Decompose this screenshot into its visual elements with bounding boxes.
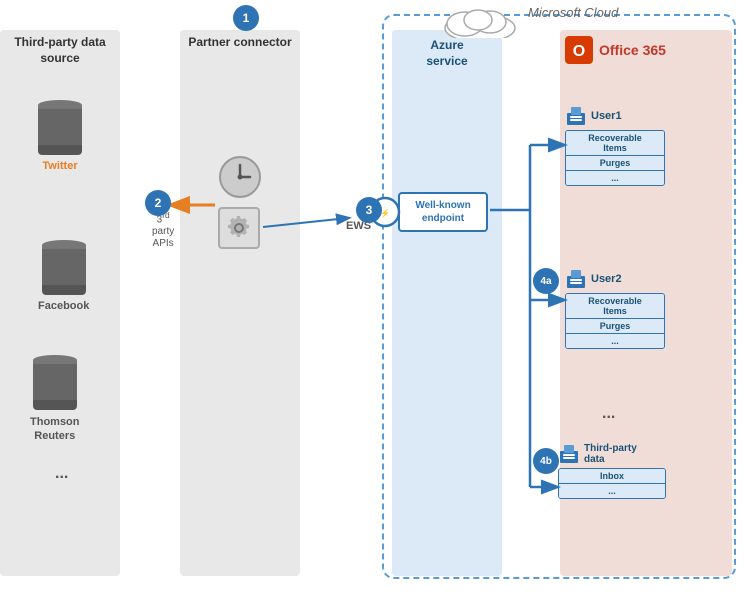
step-4b-circle: 4b xyxy=(533,448,559,474)
users-dots: ... xyxy=(602,405,615,423)
col-azure-bg xyxy=(392,30,502,576)
user2-mailbox-icon xyxy=(565,268,587,290)
header-third-party: Third-party data source xyxy=(0,35,120,66)
reuters-datasource: ThomsonReuters xyxy=(30,355,80,444)
user2-dots: ... xyxy=(566,334,664,348)
twitter-datasource: Twitter xyxy=(38,100,82,172)
more-sources-dots: ... xyxy=(55,465,68,483)
ms-cloud-label: Microsoft Cloud xyxy=(528,5,618,20)
cloud-icon xyxy=(440,0,520,38)
step-2-circle: 2 xyxy=(145,190,171,216)
clock-icon xyxy=(218,155,262,202)
user2-recoverable: RecoverableItems xyxy=(566,294,664,319)
thirdparty-data-label: Third-partydata xyxy=(584,443,637,465)
step-4a-circle: 4a xyxy=(533,268,559,294)
thirdparty-mailbox-icon xyxy=(558,443,580,465)
diagram: Third-party data source Partner connecto… xyxy=(0,0,746,606)
thirdparty-mailbox: Third-partydata Inbox ... xyxy=(558,443,666,499)
header-office365: O Office 365 xyxy=(565,36,666,64)
thirdparty-dots: ... xyxy=(559,484,665,498)
user1-purges: Purges xyxy=(566,156,664,171)
user1-label: User1 xyxy=(591,110,622,122)
user1-dots: ... xyxy=(566,171,664,185)
user1-recoverable: RecoverableItems xyxy=(566,131,664,156)
user2-purges: Purges xyxy=(566,319,664,334)
thirdparty-inbox: Inbox xyxy=(559,469,665,484)
facebook-label: Facebook xyxy=(38,300,89,312)
user2-label: User2 xyxy=(591,273,622,285)
svg-text:O: O xyxy=(573,43,585,60)
facebook-datasource: Facebook xyxy=(38,240,89,312)
third-party-apis-label: 3rdpartyAPIs xyxy=(152,210,174,250)
user1-mailbox-icon xyxy=(565,105,587,127)
office365-label: Office 365 xyxy=(599,42,666,58)
endpoint-box: Well-known endpoint xyxy=(398,192,488,232)
twitter-label: Twitter xyxy=(42,160,77,172)
office365-icon: O xyxy=(565,36,593,64)
header-azure: Azureservice xyxy=(392,38,502,69)
user2-mailbox: User2 RecoverableItems Purges ... xyxy=(565,268,665,349)
user1-mailbox: User1 RecoverableItems Purges ... xyxy=(565,105,665,186)
gear-icon-box xyxy=(218,207,260,249)
cyl-body xyxy=(38,109,82,145)
step-1-circle: 1 xyxy=(233,5,259,31)
step-3-circle: 3 xyxy=(356,197,382,223)
gear-icon xyxy=(226,215,252,241)
reuters-label: ThomsonReuters xyxy=(30,415,80,444)
header-partner: Partner connector xyxy=(180,35,300,51)
col-partner-bg xyxy=(180,30,300,576)
